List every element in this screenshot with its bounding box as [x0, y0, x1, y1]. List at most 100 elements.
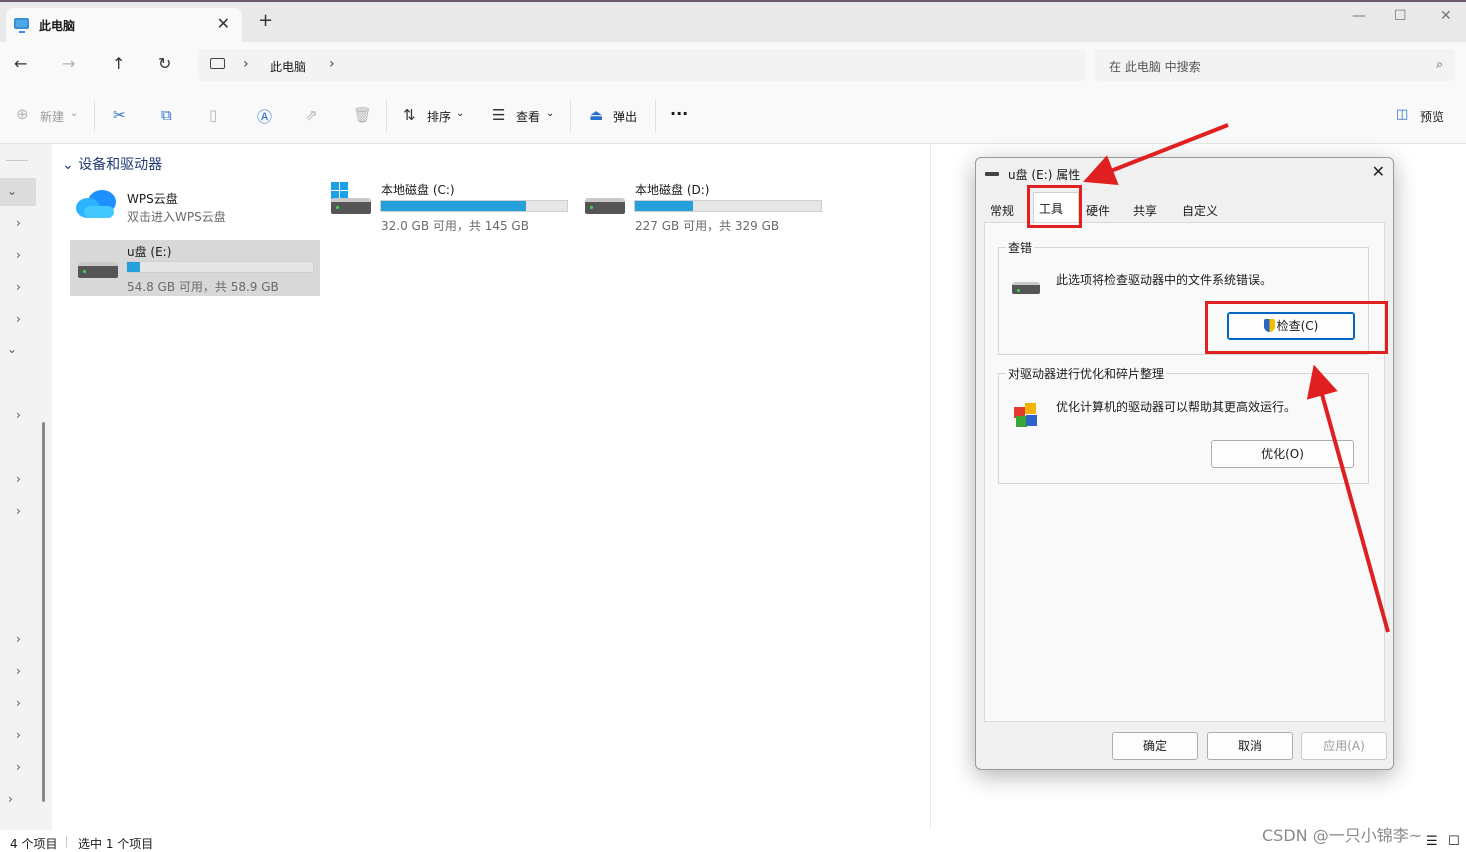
chevron-right-icon[interactable]: › [16, 696, 21, 710]
tab-sharing[interactable]: 共享 [1133, 202, 1157, 219]
minimize-button[interactable]: — [1352, 8, 1366, 24]
chevron-down-icon: ⌄ [456, 108, 465, 119]
drive-item-c[interactable]: 本地磁盘 (C:) 32.0 GB 可用，共 145 GB [330, 180, 570, 233]
search-input[interactable]: 在 此电脑 中搜索 [1109, 58, 1201, 75]
chevron-right-icon[interactable]: › [16, 664, 21, 678]
selection-count: 选中 1 个项目 [78, 837, 154, 851]
up-button[interactable]: ↑ [112, 54, 125, 73]
refresh-button[interactable]: ↻ [158, 54, 171, 73]
chevron-right-icon[interactable]: › [16, 504, 21, 518]
view-button[interactable]: 查看 [516, 108, 540, 125]
chevron-right-icon[interactable]: › [16, 408, 21, 422]
divider [94, 100, 95, 132]
preview-pane-icon: ◫ [1396, 107, 1409, 122]
chevron-right-icon[interactable]: › [16, 280, 21, 294]
chevron-right-icon[interactable]: › [243, 56, 249, 72]
optimize-legend: 对驱动器进行优化和碎片整理 [1006, 365, 1167, 382]
drive-subtitle: 227 GB 可用，共 329 GB [635, 219, 780, 233]
chevron-down-icon[interactable]: ⌄ [7, 342, 17, 356]
share-icon[interactable]: ⇗ [305, 106, 318, 124]
drive-name: u盘 (E:) [127, 245, 172, 259]
usage-fill [635, 201, 693, 211]
chevron-right-icon[interactable]: › [16, 728, 21, 742]
chevron-right-icon[interactable]: › [16, 632, 21, 646]
tab-this-pc[interactable]: 此电脑 ✕ [6, 8, 242, 42]
rename-icon[interactable]: Ⓐ [257, 106, 272, 127]
annotation-box-check-button [1205, 301, 1388, 354]
watermark: CSDN @一只小锦李~ [1262, 826, 1423, 845]
scrollbar[interactable] [42, 422, 45, 802]
optimize-button[interactable]: 优化(O) [1211, 440, 1354, 468]
new-tab-button[interactable]: + [258, 12, 273, 30]
drive-item-wps[interactable]: WPS云盘 双击进入WPS云盘 [74, 184, 314, 230]
defragment-icon [1014, 403, 1037, 427]
tab-title: 此电脑 [39, 19, 76, 33]
drive-name: WPS云盘 [127, 192, 178, 206]
divider [6, 160, 28, 161]
cut-icon[interactable]: ✂ [113, 106, 126, 124]
tab-customize[interactable]: 自定义 [1182, 202, 1218, 219]
chevron-down-icon: ⌄ [546, 108, 555, 119]
nav-item-selected[interactable] [0, 178, 36, 206]
computer-icon [14, 18, 29, 33]
dialog-close-button[interactable]: ✕ [1372, 162, 1385, 181]
details-view-icon[interactable]: ☰ [1426, 834, 1438, 849]
apply-button[interactable]: 应用(A) [1301, 732, 1387, 760]
back-button[interactable]: ← [14, 54, 27, 73]
drive-item-d[interactable]: 本地磁盘 (D:) 227 GB 可用，共 329 GB [584, 180, 824, 233]
title-bar: 此电脑 ✕ + — ☐ ✕ [0, 0, 1466, 42]
command-bar: ⊕ 新建 ⌄ ✂ ⧉ ▯ Ⓐ ⇗ 🗑︎ ⇅ 排序 ⌄ ☰ 查看 ⌄ ⏏ 弹出 ·… [0, 88, 1466, 144]
maximize-button[interactable]: ☐ [1394, 8, 1407, 24]
section-title: 设备和驱动器 [78, 157, 163, 173]
optimize-description: 优化计算机的驱动器可以帮助其更高效运行。 [1056, 400, 1297, 414]
breadcrumb-this-pc[interactable]: 此电脑 [270, 58, 306, 75]
search-icon: ⌕ [1436, 57, 1443, 71]
sort-button[interactable]: 排序 [427, 108, 451, 125]
error-check-legend: 查错 [1006, 239, 1035, 256]
monitor-icon [210, 58, 225, 69]
forward-button[interactable]: → [62, 54, 75, 73]
navigation-pane: ⌄ › › › › ⌄ › › › › › › › › › [0, 144, 50, 830]
more-options-button[interactable]: ··· [670, 104, 688, 123]
chevron-right-icon[interactable]: › [16, 760, 21, 774]
ok-button[interactable]: 确定 [1112, 732, 1198, 760]
sort-icon: ⇅ [403, 106, 416, 124]
usb-drive-icon [78, 262, 118, 278]
delete-icon[interactable]: 🗑︎ [353, 106, 372, 124]
divider [570, 100, 571, 132]
chevron-right-icon[interactable]: › [329, 56, 335, 72]
chevron-right-icon[interactable]: › [16, 248, 21, 262]
section-header[interactable]: ⌄ 设备和驱动器 [62, 154, 162, 174]
eject-button[interactable]: 弹出 [613, 108, 637, 125]
item-count: 4 个项目 [10, 837, 58, 851]
chevron-right-icon[interactable]: › [16, 216, 21, 230]
chevron-down-icon: ⌄ [70, 108, 79, 119]
divider [386, 100, 387, 132]
chevron-right-icon[interactable]: › [16, 472, 21, 486]
address-bar[interactable]: › 此电脑 › [198, 49, 1086, 81]
error-check-description: 此选项将检查驱动器中的文件系统错误。 [1056, 273, 1273, 287]
chevron-right-icon[interactable]: › [8, 792, 13, 806]
search-box[interactable]: 在 此电脑 中搜索 ⌕ [1095, 49, 1455, 81]
new-button[interactable]: 新建 [40, 108, 64, 125]
hard-drive-icon [585, 198, 625, 214]
drive-subtitle: 双击进入WPS云盘 [127, 210, 226, 224]
chevron-down-icon[interactable]: ⌄ [7, 184, 17, 198]
close-window-button[interactable]: ✕ [1440, 8, 1452, 24]
cancel-button[interactable]: 取消 [1207, 732, 1293, 760]
chevron-right-icon[interactable]: › [16, 312, 21, 326]
file-view: ⌄ 设备和驱动器 WPS云盘 双击进入WPS云盘 本地磁盘 (C:) 32.0 … [52, 144, 930, 830]
copy-icon[interactable]: ⧉ [161, 106, 172, 124]
drive-icon [1012, 282, 1040, 294]
paste-icon[interactable]: ▯ [209, 106, 217, 124]
tiles-view-icon[interactable]: ☐ [1448, 834, 1460, 849]
drive-item-e[interactable]: u盘 (E:) 54.8 GB 可用，共 58.9 GB [76, 240, 316, 296]
drive-name: 本地磁盘 (C:) [381, 183, 455, 197]
navigation-bar: ← → ↑ ↻ › 此电脑 › 在 此电脑 中搜索 ⌕ [0, 42, 1466, 88]
drive-subtitle: 32.0 GB 可用，共 145 GB [381, 219, 529, 233]
usage-fill [127, 262, 141, 272]
tab-hardware[interactable]: 硬件 [1086, 202, 1110, 219]
preview-button[interactable]: 预览 [1420, 108, 1444, 125]
tab-general[interactable]: 常规 [990, 202, 1014, 219]
tab-close-button[interactable]: ✕ [217, 14, 230, 33]
